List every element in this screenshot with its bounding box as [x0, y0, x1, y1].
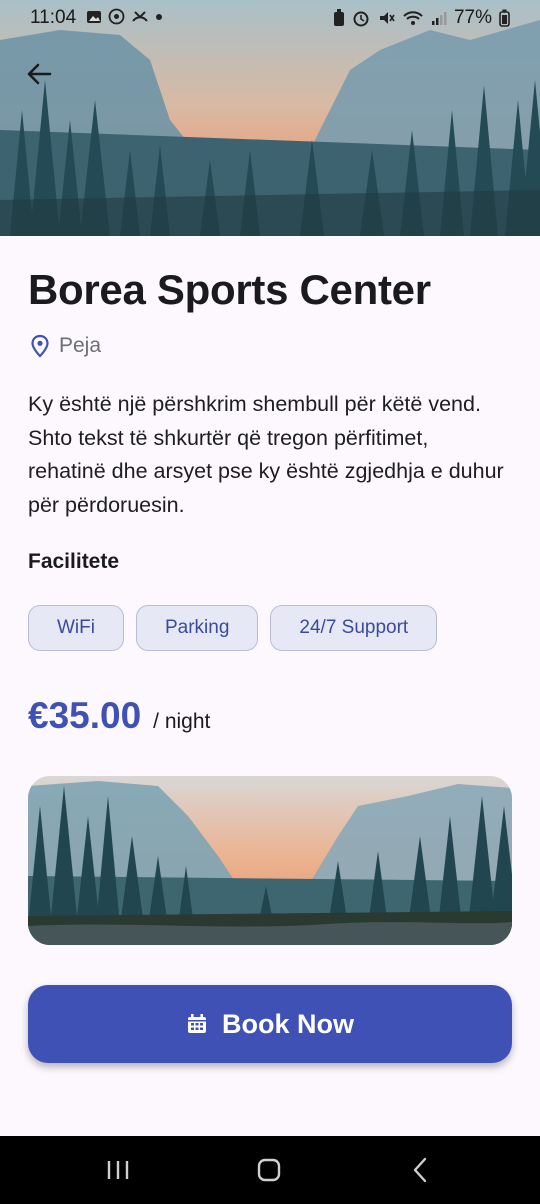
missed-call-icon	[132, 10, 148, 22]
location-label: Peja	[59, 334, 102, 357]
dot-icon	[156, 13, 162, 20]
battery-percentage: 77%	[453, 7, 492, 28]
facilities-heading: Facilitete	[28, 550, 120, 573]
calendar-icon	[188, 1014, 206, 1033]
mute-icon	[379, 12, 395, 24]
book-now-label: Book Now	[222, 1008, 354, 1039]
battery-icon	[499, 9, 510, 27]
wifi-icon	[403, 11, 423, 25]
status-notification-icons	[86, 8, 163, 25]
chevron-left-icon	[413, 1157, 427, 1183]
status-system-icons: 77%	[333, 7, 510, 29]
venue-description: Ky është një përshkrim shembull për këtë…	[28, 392, 504, 517]
gallery-icon	[87, 10, 101, 23]
arrow-back-icon	[27, 63, 52, 85]
venue-location: Peja	[30, 334, 101, 358]
battery-saver-icon	[333, 9, 344, 26]
chip-support[interactable]: 24/7 Support	[270, 605, 438, 651]
recent-apps-button[interactable]	[73, 1136, 163, 1204]
home-icon	[257, 1158, 281, 1182]
landscape-photo	[28, 776, 512, 945]
alarm-icon	[353, 11, 369, 27]
facilities-chips: WiFi Parking 24/7 Support	[28, 605, 438, 651]
chip-wifi[interactable]: WiFi	[28, 605, 124, 651]
price-row: €35.00 / night	[28, 695, 210, 737]
recent-apps-icon	[107, 1161, 129, 1179]
status-bar: 11:04 77%	[0, 0, 540, 36]
gallery-image[interactable]	[28, 776, 512, 945]
system-nav-bar	[0, 1136, 540, 1204]
book-now-button[interactable]: Book Now	[28, 985, 512, 1063]
price-unit: / night	[153, 710, 211, 733]
status-time: 11:04	[30, 7, 77, 28]
home-button[interactable]	[224, 1136, 314, 1204]
signal-icon	[431, 12, 447, 25]
back-button[interactable]	[24, 58, 56, 90]
chip-parking[interactable]: Parking	[135, 605, 259, 651]
venue-title: Borea Sports Center	[28, 266, 431, 313]
system-back-button[interactable]	[375, 1136, 465, 1204]
whatsapp-icon	[108, 8, 125, 25]
price-amount: €35.00	[28, 695, 142, 736]
location-pin-icon	[31, 334, 49, 358]
